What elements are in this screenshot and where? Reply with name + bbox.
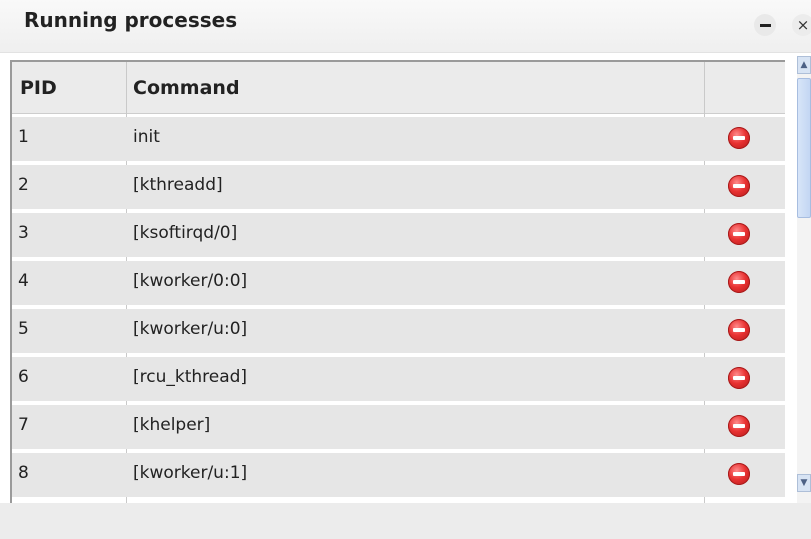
pid-cell: 2 <box>18 175 29 195</box>
command-cell: [kworker/u:0] <box>133 319 248 339</box>
kill-process-icon[interactable] <box>728 367 750 389</box>
command-cell: [kthreadd] <box>133 175 223 195</box>
kill-process-icon[interactable] <box>728 463 750 485</box>
column-header-pid[interactable]: PID <box>20 77 57 99</box>
table-row[interactable]: 4 [kworker/0:0] <box>12 261 785 305</box>
table-row[interactable]: 1 init <box>12 117 785 161</box>
scroll-thumb[interactable] <box>797 78 811 218</box>
running-processes-window: Running processes × PID Command 1 init 2 [k… <box>0 0 811 539</box>
minus-glyph <box>733 280 745 284</box>
kill-process-icon[interactable] <box>728 415 750 437</box>
table-row[interactable]: 6 [rcu_kthread] <box>12 357 785 401</box>
pid-cell: 5 <box>18 319 29 339</box>
process-rows: 1 init 2 [kthreadd] 3 [ksoftirqd/0] 4 [kworker/… <box>12 117 785 501</box>
pid-cell: 1 <box>18 127 29 147</box>
command-cell: [kworker/0:0] <box>133 271 248 291</box>
kill-process-icon[interactable] <box>728 175 750 197</box>
minus-glyph <box>733 232 745 236</box>
pid-cell: 3 <box>18 223 29 243</box>
title-bar: Running processes × <box>0 0 811 53</box>
table-row[interactable]: 3 [ksoftirqd/0] <box>12 213 785 257</box>
window-footer <box>0 503 811 539</box>
kill-process-icon[interactable] <box>728 223 750 245</box>
pid-cell: 6 <box>18 367 29 387</box>
minus-glyph <box>733 424 745 428</box>
minus-glyph <box>733 376 745 380</box>
minus-glyph <box>733 328 745 332</box>
process-table: PID Command 1 init 2 [kthreadd] 3 [ksoftirqd/… <box>10 60 785 504</box>
minimize-button[interactable] <box>754 14 776 36</box>
kill-process-icon[interactable] <box>728 319 750 341</box>
pid-cell: 4 <box>18 271 29 291</box>
table-row[interactable]: 7 [khelper] <box>12 405 785 449</box>
scroll-up-arrow-icon[interactable]: ▲ <box>797 56 811 74</box>
command-cell: [rcu_kthread] <box>133 367 248 387</box>
command-cell: [khelper] <box>133 415 211 435</box>
minus-glyph <box>733 184 745 188</box>
table-row[interactable]: 2 [kthreadd] <box>12 165 785 209</box>
command-cell: [kworker/u:1] <box>133 463 248 483</box>
close-button[interactable]: × <box>792 14 811 36</box>
minimize-icon <box>759 23 771 27</box>
command-cell: init <box>133 127 160 147</box>
pid-cell: 7 <box>18 415 29 435</box>
command-cell: [ksoftirqd/0] <box>133 223 238 243</box>
window-title: Running processes <box>24 8 238 32</box>
kill-process-icon[interactable] <box>728 127 750 149</box>
table-row[interactable]: 8 [kworker/u:1] <box>12 453 785 497</box>
minus-glyph <box>733 472 745 476</box>
table-header: PID Command <box>12 62 785 114</box>
table-row[interactable]: 5 [kworker/u:0] <box>12 309 785 353</box>
pid-cell: 8 <box>18 463 29 483</box>
column-header-command[interactable]: Command <box>133 77 240 99</box>
scroll-down-arrow-icon[interactable]: ▼ <box>797 474 811 492</box>
close-icon: × <box>796 16 810 34</box>
kill-process-icon[interactable] <box>728 271 750 293</box>
vertical-scrollbar[interactable]: ▲ ▼ <box>797 56 811 503</box>
minus-glyph <box>733 136 745 140</box>
